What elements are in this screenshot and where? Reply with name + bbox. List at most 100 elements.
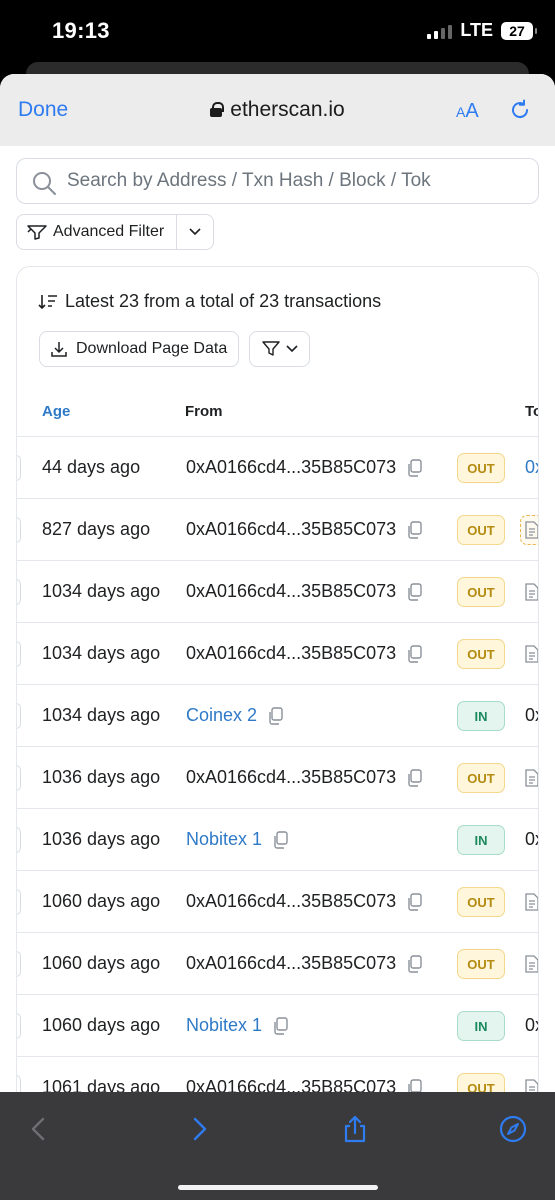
- row-to[interactable]: 0x: [525, 1015, 538, 1036]
- share-icon[interactable]: [340, 1114, 370, 1144]
- status-bar: 19:13 LTE 27: [0, 0, 555, 62]
- row-from-text[interactable]: Nobitex 1: [186, 829, 262, 850]
- direction-badge: OUT: [457, 515, 505, 545]
- row-age: 44 days ago: [42, 457, 141, 477]
- copy-icon[interactable]: [406, 520, 422, 539]
- filter-funnel-icon: [27, 225, 47, 240]
- copy-icon[interactable]: [272, 1016, 288, 1035]
- table-row: 44 days ago 0xA0166cd4...35B85C073 OUT 0x: [17, 437, 538, 499]
- row-from: 0xA0166cd4...35B85C073: [186, 891, 422, 912]
- row-from-text: 0xA0166cd4...35B85C073: [186, 1077, 397, 1092]
- copy-icon[interactable]: [406, 892, 422, 911]
- download-page-data-button[interactable]: Download Page Data: [39, 331, 239, 367]
- compass-icon[interactable]: [498, 1114, 528, 1144]
- row-from-text[interactable]: Coinex 2: [186, 705, 257, 726]
- row-from-text: 0xA0166cd4...35B85C073: [186, 953, 397, 973]
- search-box[interactable]: [16, 158, 539, 204]
- copy-icon[interactable]: [406, 458, 422, 477]
- row-from-text: 0xA0166cd4...35B85C073: [186, 581, 397, 601]
- reload-icon[interactable]: [508, 98, 532, 122]
- direction-badge: OUT: [457, 453, 505, 483]
- document-icon[interactable]: [524, 645, 538, 663]
- back-icon[interactable]: [24, 1114, 54, 1144]
- row-from-text[interactable]: Nobitex 1: [186, 1015, 262, 1036]
- aa-small: A: [456, 104, 466, 120]
- row-age: 1034 days ago: [42, 643, 161, 663]
- row-from-text: 0xA0166cd4...35B85C073: [186, 643, 397, 663]
- browser-sheet: Done etherscan.io AA Advanced Filter: [0, 74, 555, 1092]
- document-icon[interactable]: [524, 893, 538, 911]
- table-row: 1060 days ago Nobitex 1 IN 0x: [17, 995, 538, 1057]
- copy-icon[interactable]: [406, 954, 422, 973]
- copy-icon[interactable]: [406, 768, 422, 787]
- direction-badge: IN: [457, 1011, 505, 1041]
- document-icon[interactable]: [524, 1079, 538, 1092]
- row-from: 0xA0166cd4...35B85C073: [186, 643, 422, 664]
- advanced-filter-label: Advanced Filter: [53, 223, 165, 240]
- row-age: 1060 days ago: [42, 891, 161, 911]
- table-row: 1036 days ago Nobitex 1 IN 0x: [17, 809, 538, 871]
- advanced-filter-button[interactable]: Advanced Filter: [17, 215, 177, 249]
- row-expand-handle[interactable]: [17, 703, 21, 729]
- row-expand-handle[interactable]: [17, 579, 21, 605]
- row-from: 0xA0166cd4...35B85C073: [186, 767, 422, 788]
- direction-badge: OUT: [457, 639, 505, 669]
- browser-toolbar: [0, 1092, 555, 1200]
- table-row: 1060 days ago 0xA0166cd4...35B85C073 OUT: [17, 933, 538, 995]
- row-from: 0xA0166cd4...35B85C073: [186, 1077, 422, 1092]
- direction-badge: IN: [457, 701, 505, 731]
- summary-text: Latest 23 from a total of 23 transaction…: [65, 291, 382, 311]
- table-row: 1061 days ago 0xA0166cd4...35B85C073 OUT: [17, 1057, 538, 1092]
- row-from[interactable]: Nobitex 1: [186, 1015, 288, 1036]
- table-row: 1036 days ago 0xA0166cd4...35B85C073 OUT: [17, 747, 538, 809]
- document-icon[interactable]: [524, 769, 538, 787]
- table-row: 827 days ago 0xA0166cd4...35B85C073 OUT: [17, 499, 538, 561]
- row-to[interactable]: 0x: [525, 457, 538, 478]
- text-size-button[interactable]: AA: [456, 100, 479, 123]
- copy-icon[interactable]: [267, 706, 283, 725]
- copy-icon[interactable]: [406, 644, 422, 663]
- signal-icon: [427, 23, 453, 39]
- row-expand-handle[interactable]: [17, 827, 21, 853]
- column-age[interactable]: Age: [42, 403, 70, 420]
- row-age: 1034 days ago: [42, 705, 161, 725]
- row-expand-handle[interactable]: [17, 517, 21, 543]
- search-input[interactable]: [67, 159, 437, 203]
- row-expand-handle[interactable]: [17, 951, 21, 977]
- forward-icon[interactable]: [184, 1114, 214, 1144]
- lock-icon: [210, 102, 225, 117]
- row-age: 1036 days ago: [42, 829, 161, 849]
- row-from: 0xA0166cd4...35B85C073: [186, 953, 422, 974]
- row-expand-handle[interactable]: [17, 889, 21, 915]
- row-expand-handle[interactable]: [17, 455, 21, 481]
- direction-badge: OUT: [457, 949, 505, 979]
- column-to: To: [525, 403, 538, 420]
- row-age: 1036 days ago: [42, 767, 161, 787]
- row-expand-handle[interactable]: [17, 641, 21, 667]
- advanced-filter-dropdown[interactable]: [177, 215, 213, 249]
- column-from: From: [185, 403, 223, 420]
- row-to[interactable]: 0x: [525, 705, 538, 726]
- row-expand-handle[interactable]: [17, 1013, 21, 1039]
- advanced-filter-group: Advanced Filter: [16, 214, 214, 250]
- row-from[interactable]: Coinex 2: [186, 705, 283, 726]
- table-filter-button[interactable]: [249, 331, 310, 367]
- transactions-card: Latest 23 from a total of 23 transaction…: [16, 266, 539, 1092]
- row-from-text: 0xA0166cd4...35B85C073: [186, 519, 397, 539]
- row-from-text: 0xA0166cd4...35B85C073: [186, 457, 397, 477]
- row-age: 1060 days ago: [42, 953, 161, 973]
- row-from[interactable]: Nobitex 1: [186, 829, 288, 850]
- table-row: 1034 days ago Coinex 2 IN 0x: [17, 685, 538, 747]
- row-expand-handle[interactable]: [17, 1075, 21, 1092]
- copy-icon[interactable]: [406, 582, 422, 601]
- row-expand-handle[interactable]: [17, 765, 21, 791]
- document-icon[interactable]: [524, 583, 538, 601]
- copy-icon[interactable]: [272, 830, 288, 849]
- row-from: 0xA0166cd4...35B85C073: [186, 581, 422, 602]
- copy-icon[interactable]: [406, 1078, 422, 1092]
- network-type: LTE: [460, 20, 493, 40]
- filter-icon: [261, 341, 280, 356]
- row-to[interactable]: 0x: [525, 829, 538, 850]
- document-icon[interactable]: [524, 955, 538, 973]
- document-icon[interactable]: [524, 521, 538, 539]
